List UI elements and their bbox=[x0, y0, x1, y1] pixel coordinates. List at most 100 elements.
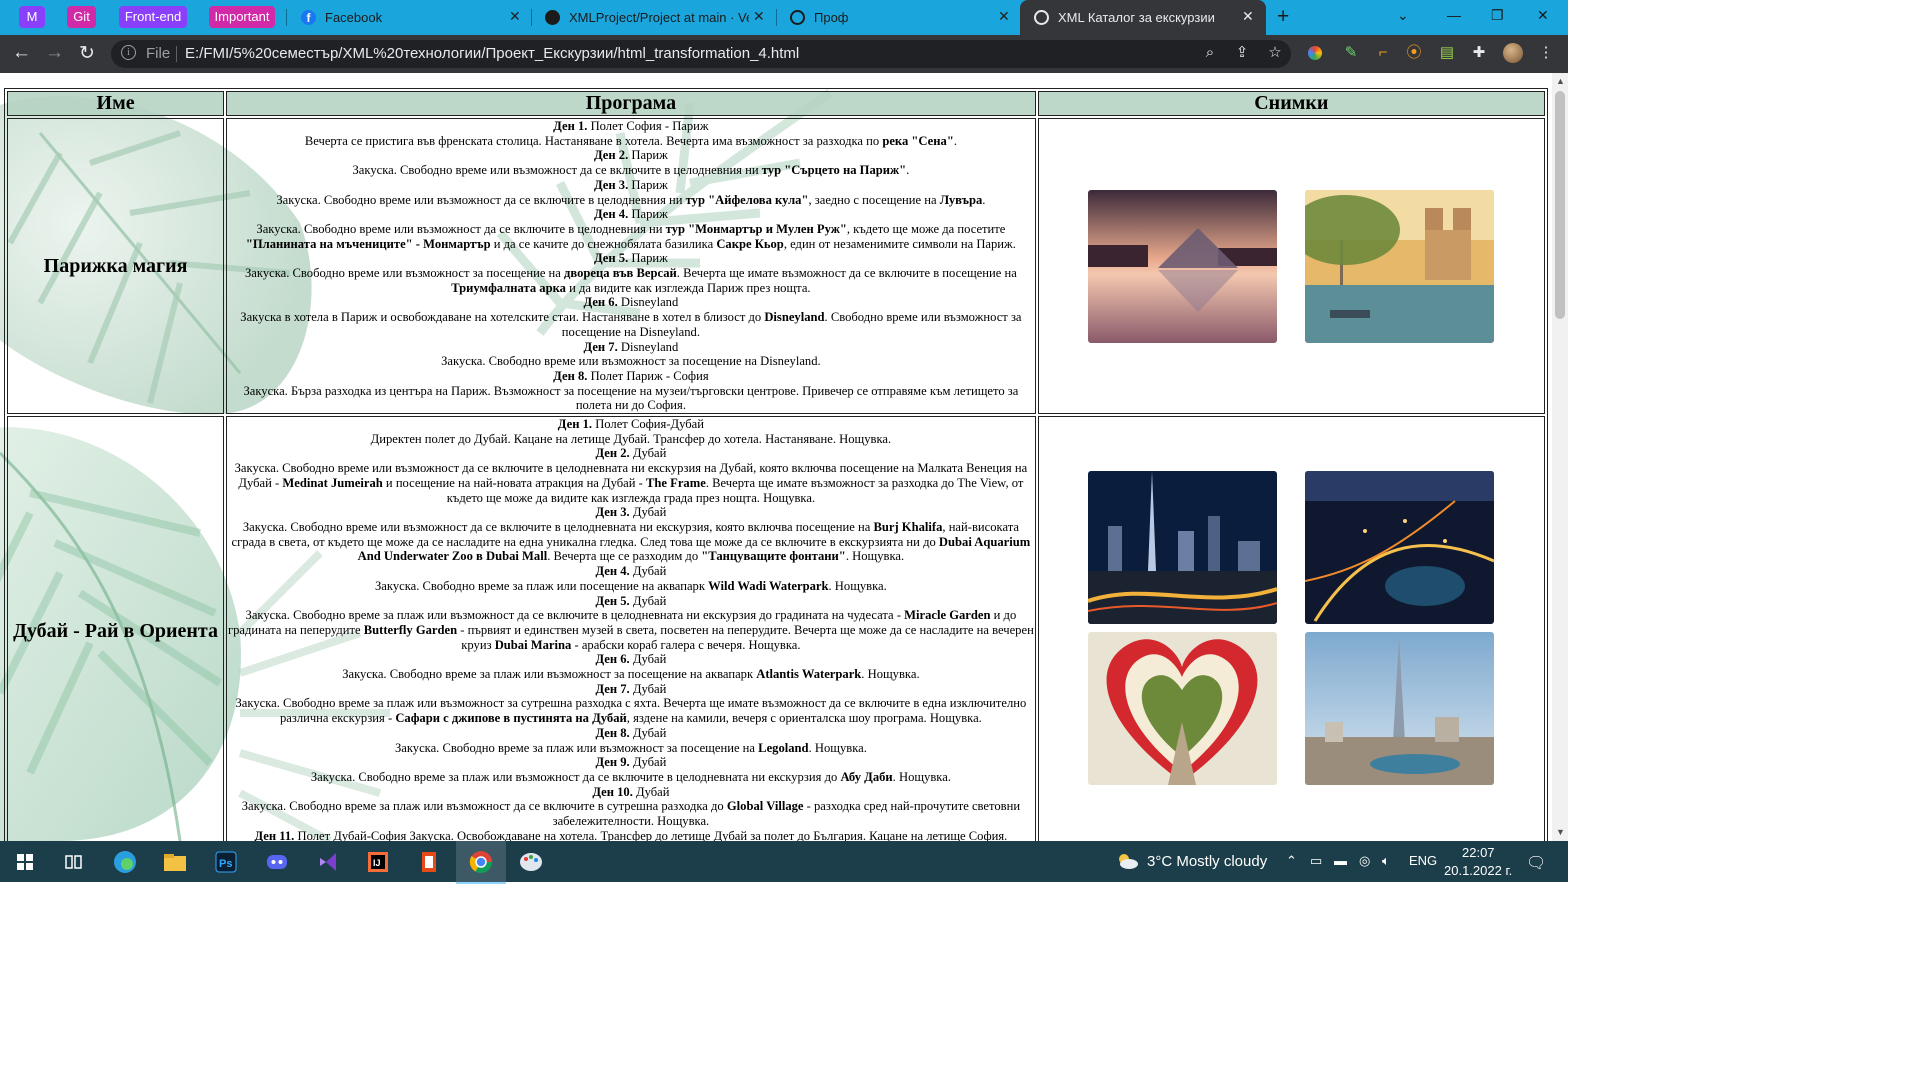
tab-group-important[interactable]: Important bbox=[209, 6, 275, 28]
notifications-icon[interactable]: 🗨︎ bbox=[1526, 853, 1546, 873]
new-tab-button[interactable]: + bbox=[1277, 5, 1289, 29]
dubai-aerial-night-photo bbox=[1305, 471, 1495, 625]
minimize-button[interactable]: — bbox=[1447, 7, 1461, 23]
rss-icon[interactable]: ⦿ bbox=[1405, 44, 1423, 62]
tab-group-git[interactable]: Git bbox=[67, 6, 96, 28]
day-number: Ден 4. bbox=[595, 564, 630, 579]
clock-date[interactable]: 20.1.2022 г. bbox=[1444, 863, 1512, 878]
weather-text[interactable]: 3°C Mostly cloudy bbox=[1147, 853, 1267, 870]
file-explorer-icon[interactable] bbox=[159, 846, 191, 878]
tab-label: Проф bbox=[814, 10, 849, 25]
tab-prof[interactable]: Проф ✕ bbox=[776, 0, 1020, 35]
day-description: Закуска. Свободно време или възможност з… bbox=[441, 354, 821, 369]
day-title: Ден 8. Полет Париж - София bbox=[227, 369, 1035, 384]
day-description: Закуска. Свободно време за плаж или възм… bbox=[227, 608, 1034, 652]
scheme-label: File bbox=[146, 45, 171, 62]
photoshop-icon[interactable]: Ps bbox=[210, 846, 242, 878]
day-description: Закуска. Свободно време или възможност д… bbox=[276, 192, 986, 207]
day-title: Ден 2. Дубай bbox=[227, 446, 1035, 461]
url-text[interactable]: E:/FMI/5%20семестър/XML%20технологии/Про… bbox=[185, 45, 799, 62]
day-number: Ден 10. bbox=[592, 784, 633, 799]
excursion-name: Дубай - Рай в Ориента bbox=[7, 416, 225, 841]
tab-group-m[interactable]: M bbox=[19, 6, 45, 28]
sheet-extension-icon[interactable]: ▤ bbox=[1438, 44, 1456, 62]
reload-icon[interactable]: ↻ bbox=[79, 42, 95, 65]
day-location: Дубай bbox=[632, 784, 670, 799]
day-location: Париж bbox=[628, 177, 668, 192]
pen-extension-icon[interactable]: ✎ bbox=[1342, 44, 1360, 62]
task-view-icon[interactable] bbox=[57, 846, 89, 878]
close-tab-icon[interactable]: ✕ bbox=[998, 8, 1010, 25]
address-bar[interactable]: i File E:/FMI/5%20семестър/XML%20техноло… bbox=[111, 40, 1291, 68]
office-icon[interactable] bbox=[413, 846, 445, 878]
browser-toolbar: ← → ↻ i File E:/FMI/5%20семестър/XML%20т… bbox=[0, 35, 1568, 73]
day-title: Ден 7. Дубай bbox=[227, 682, 1035, 697]
paint-icon[interactable] bbox=[515, 846, 547, 878]
day-number: Ден 1. bbox=[553, 119, 588, 133]
info-icon[interactable]: i bbox=[121, 45, 136, 60]
tab-github[interactable]: XMLProject/Project at main · Vesel ✕ bbox=[531, 0, 775, 35]
maximize-button[interactable]: ❐ bbox=[1491, 7, 1504, 24]
close-tab-icon[interactable]: ✕ bbox=[509, 8, 521, 25]
weather-cloudy-icon[interactable] bbox=[1115, 851, 1139, 871]
chrome-icon[interactable] bbox=[465, 846, 497, 878]
network-icon[interactable]: ◎ bbox=[1359, 853, 1370, 869]
visual-studio-icon[interactable] bbox=[312, 846, 344, 878]
day-description: Закуска. Свободно време или възможност д… bbox=[352, 163, 910, 178]
svg-text:IJ: IJ bbox=[373, 858, 381, 868]
tab-label: XMLProject/Project at main · Vesel bbox=[569, 10, 749, 25]
profile-avatar[interactable] bbox=[1503, 43, 1523, 63]
day-location: Дубай bbox=[629, 755, 667, 770]
scrollbar-thumb[interactable] bbox=[1555, 91, 1565, 319]
github-icon bbox=[545, 10, 560, 25]
menu-kebab-icon[interactable]: ⋮ bbox=[1537, 44, 1555, 62]
discord-icon[interactable] bbox=[261, 846, 293, 878]
day-description: Закуска. Освобождаване на хотела. Трансф… bbox=[406, 828, 1008, 841]
edge-icon[interactable] bbox=[109, 846, 141, 878]
zoom-icon[interactable]: ⌕ bbox=[1201, 44, 1219, 62]
day-title: Ден 4. Париж bbox=[227, 207, 1035, 222]
bracket-extension-icon[interactable]: ⌐ bbox=[1374, 44, 1392, 62]
facebook-icon: f bbox=[301, 10, 316, 25]
meet-now-icon[interactable]: ▭ bbox=[1310, 853, 1322, 869]
bookmark-star-icon[interactable]: ☆ bbox=[1266, 44, 1284, 62]
globe-icon bbox=[790, 10, 805, 25]
day-title: Ден 4. Дубай bbox=[227, 564, 1035, 579]
excursion-photos bbox=[1037, 416, 1545, 841]
close-window-button[interactable]: ✕ bbox=[1537, 7, 1549, 24]
day-title: Ден 2. Париж bbox=[227, 148, 1035, 163]
tab-xml-catalog[interactable]: XML Каталог за екскурзии ✕ bbox=[1020, 0, 1266, 35]
tab-group-front-end[interactable]: Front-end bbox=[119, 6, 187, 28]
day-location: Дубай bbox=[629, 652, 667, 667]
day-number: Ден 3. bbox=[595, 505, 630, 520]
day-title: Ден 9. Дубай bbox=[227, 755, 1035, 770]
share-icon[interactable]: ⇪ bbox=[1233, 44, 1251, 62]
clock-time[interactable]: 22:07 bbox=[1462, 845, 1495, 860]
day-number: Ден 3. bbox=[593, 177, 629, 192]
day-description: Закуска. Свободно време за плаж или посе… bbox=[374, 578, 887, 593]
windows-start-icon[interactable] bbox=[9, 846, 41, 878]
vertical-scrollbar[interactable]: ▲ ▼ bbox=[1552, 73, 1568, 841]
extensions-icon[interactable]: ✚ bbox=[1470, 44, 1488, 62]
color-picker-extension-icon[interactable] bbox=[1308, 46, 1322, 60]
day-title: Ден 8. Дубай bbox=[227, 726, 1035, 741]
day-number: Ден 4. bbox=[593, 207, 629, 222]
day-description: Закуска. Свободно време за плаж или възм… bbox=[235, 696, 1027, 726]
tab-search-icon[interactable]: ⌄ bbox=[1397, 7, 1409, 24]
tab-facebook[interactable]: f Facebook ✕ bbox=[287, 0, 531, 35]
volume-icon[interactable]: 🔈︎ bbox=[1382, 853, 1390, 869]
day-description: Закуска. Свободно време или възможност д… bbox=[234, 461, 1028, 505]
language-indicator[interactable]: ENG bbox=[1409, 853, 1437, 868]
day-number: Ден 6. bbox=[583, 295, 618, 310]
day-number: Ден 7. bbox=[595, 681, 630, 696]
back-arrow-icon[interactable]: ← bbox=[12, 42, 31, 64]
battery-icon[interactable]: ▬ bbox=[1334, 853, 1347, 868]
day-location: Дубай bbox=[629, 681, 667, 696]
jetbrains-icon[interactable]: IJ bbox=[362, 846, 394, 878]
day-title: Ден 5. Дубай bbox=[227, 594, 1035, 609]
forward-arrow-icon[interactable]: → bbox=[45, 42, 64, 64]
close-tab-icon[interactable]: ✕ bbox=[1242, 8, 1254, 25]
tab-label: Facebook bbox=[325, 10, 383, 25]
chevron-up-icon[interactable]: ⌃ bbox=[1286, 853, 1297, 869]
close-tab-icon[interactable]: ✕ bbox=[753, 8, 765, 25]
